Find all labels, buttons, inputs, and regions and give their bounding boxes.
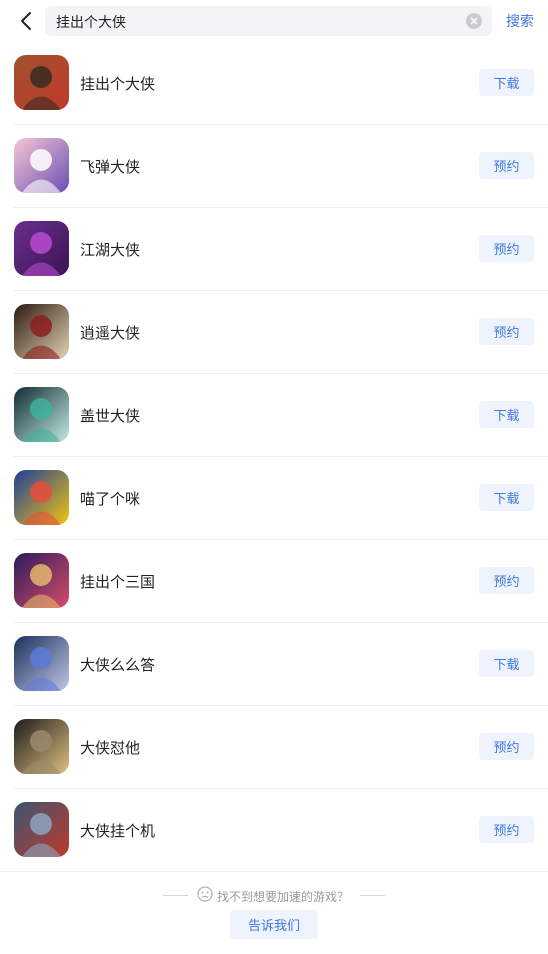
download-button[interactable]: 下载 <box>479 484 534 511</box>
search-button[interactable]: 搜索 <box>506 11 534 31</box>
footer-prompt: 找不到想要加速的游戏？ <box>0 886 548 904</box>
reserve-button[interactable]: 预约 <box>479 235 534 262</box>
game-icon-swordsman[interactable] <box>14 304 69 359</box>
top-bar: 挂出个大侠 搜索 <box>0 0 548 42</box>
game-name: 挂出个大侠 <box>80 75 156 93</box>
game-icon-blue-robot[interactable] <box>14 470 69 525</box>
game-icon-warrior[interactable] <box>14 719 69 774</box>
game-name: 盖世大侠 <box>80 407 141 425</box>
game-name: 大侠怼他 <box>80 739 141 757</box>
download-button[interactable]: 下载 <box>479 650 534 677</box>
game-name: 江湖大侠 <box>80 241 141 259</box>
divider-right <box>360 895 385 896</box>
game-name: 飞弹大侠 <box>80 158 141 176</box>
download-button[interactable]: 下载 <box>479 69 534 96</box>
game-name: 大侠挂个机 <box>80 822 156 840</box>
list-item[interactable]: 盖世大侠 下载 <box>0 374 548 457</box>
game-icon-dark-elf[interactable] <box>14 636 69 691</box>
search-input[interactable]: 挂出个大侠 <box>45 6 492 36</box>
list-item[interactable]: 飞弹大侠 预约 <box>0 125 548 208</box>
game-icon-bear[interactable] <box>14 138 69 193</box>
sad-face-icon <box>197 886 213 902</box>
divider-left <box>163 895 188 896</box>
list-item[interactable]: 江湖大侠 预约 <box>0 208 548 291</box>
download-button[interactable]: 下载 <box>479 401 534 428</box>
game-name: 喵了个咪 <box>80 490 141 508</box>
reserve-button[interactable]: 预约 <box>479 733 534 760</box>
reserve-button[interactable]: 预约 <box>479 816 534 843</box>
reserve-button[interactable]: 预约 <box>479 567 534 594</box>
game-icon-moon-fighter[interactable] <box>14 387 69 442</box>
list-item[interactable]: 挂出个大侠 下载 <box>0 42 548 125</box>
clear-icon[interactable] <box>466 13 482 29</box>
list-item[interactable]: 挂出个三国 预约 <box>0 540 548 623</box>
game-name: 逍遥大侠 <box>80 324 141 342</box>
game-icon-hatted-hero[interactable] <box>14 802 69 857</box>
game-name: 大侠么么答 <box>80 656 156 674</box>
list-item[interactable]: 大侠怼他 预约 <box>0 706 548 789</box>
list-item[interactable]: 大侠挂个机 预约 <box>0 789 548 872</box>
game-icon-ninja[interactable] <box>14 55 69 110</box>
reserve-button[interactable]: 预约 <box>479 152 534 179</box>
chevron-left-icon <box>21 12 31 30</box>
footer-prompt-text: 找不到想要加速的游戏？ <box>217 890 350 904</box>
list-item[interactable]: 逍遥大侠 预约 <box>0 291 548 374</box>
search-query-text: 挂出个大侠 <box>56 15 126 31</box>
game-name: 挂出个三国 <box>80 573 156 591</box>
game-icon-purple-monster[interactable] <box>14 221 69 276</box>
list-item[interactable]: 喵了个咪 下载 <box>0 457 548 540</box>
game-icon-princess[interactable] <box>14 553 69 608</box>
back-button[interactable] <box>14 8 38 34</box>
list-item[interactable]: 大侠么么答 下载 <box>0 623 548 706</box>
reserve-button[interactable]: 预约 <box>479 318 534 345</box>
tell-us-button[interactable]: 告诉我们 <box>230 910 318 939</box>
result-list: 挂出个大侠 下载 飞弹大侠 预约 江湖大侠 预约 逍遥大侠 预约 盖世大侠 下载 喵了个咪 下载 挂出个… <box>0 42 548 872</box>
